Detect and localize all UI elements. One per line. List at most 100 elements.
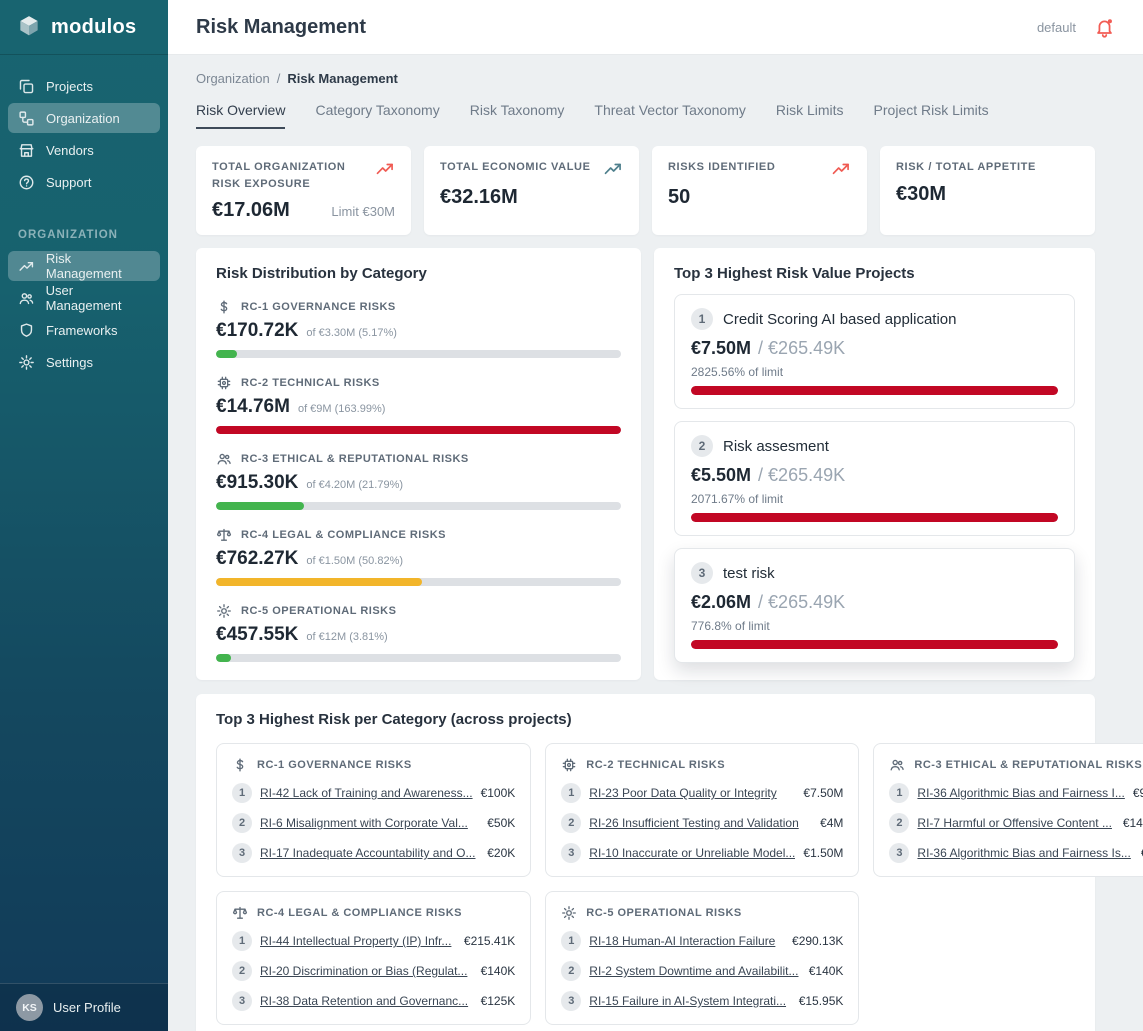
- modulos-cube-icon: [16, 14, 42, 40]
- risk-value: €7.50M: [803, 786, 843, 800]
- risk-link[interactable]: RI-36 Algorithmic Bias and Fairness Is..…: [917, 846, 1132, 860]
- sidebar-item-risk-management[interactable]: Risk Management: [8, 251, 160, 281]
- rank-badge: 3: [232, 991, 252, 1011]
- stat-card-total-risk-exposure: TOTAL ORGANIZATION RISK EXPOSURE €17.06M…: [196, 146, 411, 235]
- risk-value: €125K: [481, 994, 516, 1008]
- dollar-icon: [232, 757, 248, 773]
- tab-risk-limits[interactable]: Risk Limits: [776, 102, 844, 129]
- risk-item: 2 RI-6 Misalignment with Corporate Val..…: [232, 813, 515, 833]
- risk-link[interactable]: RI-23 Poor Data Quality or Integrity: [589, 786, 795, 800]
- rank-badge: 2: [232, 813, 252, 833]
- progress-bar: [691, 640, 1058, 649]
- bell-icon[interactable]: [1094, 17, 1115, 38]
- risk-distribution-panel: Risk Distribution by Category RC-1 GOVER…: [196, 248, 641, 680]
- breadcrumb-organization[interactable]: Organization: [196, 71, 270, 86]
- rank-badge: 3: [561, 991, 581, 1011]
- sidebar-item-settings[interactable]: Settings: [8, 347, 160, 377]
- risk-value: €100K: [481, 786, 516, 800]
- category-label: RC-3 ETHICAL & REPUTATIONAL RISKS: [914, 759, 1142, 771]
- tab-category-taxonomy[interactable]: Category Taxonomy: [315, 102, 439, 129]
- breadcrumb-current: Risk Management: [287, 71, 398, 86]
- category-label: RC-2 TECHNICAL RISKS: [241, 377, 380, 389]
- risk-link[interactable]: RI-36 Algorithmic Bias and Fairness I...: [917, 786, 1124, 800]
- tab-project-risk-limits[interactable]: Project Risk Limits: [874, 102, 989, 129]
- rank-badge: 1: [561, 931, 581, 951]
- stat-label: RISK / TOTAL APPETITE: [896, 159, 1036, 176]
- rank-badge: 2: [561, 813, 581, 833]
- risk-item: 1 RI-18 Human-AI Interaction Failure €29…: [561, 931, 843, 951]
- risk-link[interactable]: RI-20 Discrimination or Bias (Regulat...: [260, 964, 473, 978]
- trending-up-icon: [375, 159, 395, 179]
- brand-logo[interactable]: modulos: [0, 0, 168, 55]
- project-card-2[interactable]: 2 Risk assesment €5.50M / €265.49K 2071.…: [674, 421, 1075, 536]
- category-note: of €9M (163.99%): [298, 403, 385, 415]
- top-projects-panel: Top 3 Highest Risk Value Projects 1 Cred…: [654, 248, 1095, 680]
- topbar: Risk Management default: [168, 0, 1143, 55]
- project-risk-value: €7.50M: [691, 338, 751, 359]
- project-risk-value: €5.50M: [691, 465, 751, 486]
- dollar-icon: [216, 299, 232, 315]
- user-profile[interactable]: KS User Profile: [0, 983, 168, 1031]
- risk-link[interactable]: RI-7 Harmful or Offensive Content ...: [917, 816, 1114, 830]
- category-label: RC-2 TECHNICAL RISKS: [586, 759, 725, 771]
- risk-link[interactable]: RI-44 Intellectual Property (IP) Infr...: [260, 934, 456, 948]
- tab-threat-vector-taxonomy[interactable]: Threat Vector Taxonomy: [594, 102, 745, 129]
- environment-label[interactable]: default: [1037, 20, 1076, 35]
- project-limit-value: / €265.49K: [758, 592, 845, 613]
- risk-link[interactable]: RI-15 Failure in AI-System Integrati...: [589, 994, 790, 1008]
- risk-item: 1 RI-36 Algorithmic Bias and Fairness I.…: [889, 783, 1143, 803]
- rank-badge: 3: [889, 843, 909, 863]
- content: Organization / Risk Management Risk Over…: [168, 55, 1143, 1031]
- project-name: Risk assesment: [723, 438, 829, 455]
- project-limit-value: / €265.49K: [758, 338, 845, 359]
- risk-link[interactable]: RI-6 Misalignment with Corporate Val...: [260, 816, 479, 830]
- risk-value: €215.41K: [464, 934, 515, 948]
- sidebar-item-user-management[interactable]: User Management: [8, 283, 160, 313]
- sidebar-item-organization[interactable]: Organization: [8, 103, 160, 133]
- tab-risk-overview[interactable]: Risk Overview: [196, 102, 285, 129]
- sidebar-item-projects[interactable]: Projects: [8, 71, 160, 101]
- stat-card-risk-total-appetite: RISK / TOTAL APPETITE €30M: [880, 146, 1095, 235]
- category-value: €170.72K: [216, 320, 298, 342]
- risk-link[interactable]: RI-26 Insufficient Testing and Validatio…: [589, 816, 812, 830]
- risk-value: €4M: [820, 816, 843, 830]
- project-card-3[interactable]: 3 test risk €2.06M / €265.49K 776.8% of …: [674, 548, 1075, 663]
- tab-risk-taxonomy[interactable]: Risk Taxonomy: [470, 102, 565, 129]
- sidebar-item-label: User Management: [46, 283, 150, 313]
- risk-item: 3 RI-15 Failure in AI-System Integrati..…: [561, 991, 843, 1011]
- risk-value: €14.89K: [1123, 816, 1143, 830]
- category-note: of €12M (3.81%): [306, 631, 387, 643]
- stat-label: RISKS IDENTIFIED: [668, 159, 775, 179]
- risk-link[interactable]: RI-10 Inaccurate or Unreliable Model...: [589, 846, 795, 860]
- scales-icon: [216, 527, 232, 543]
- sidebar-section-label: ORGANIZATION: [18, 229, 150, 241]
- category-card-rc4: RC-4 LEGAL & COMPLIANCE RISKS 1 RI-44 In…: [216, 891, 531, 1025]
- shield-icon: [18, 322, 35, 339]
- workflow-icon: [18, 110, 35, 127]
- gear-icon: [216, 603, 232, 619]
- category-label: RC-3 ETHICAL & REPUTATIONAL RISKS: [241, 453, 469, 465]
- risk-item: 2 RI-20 Discrimination or Bias (Regulat.…: [232, 961, 515, 981]
- rank-badge: 1: [561, 783, 581, 803]
- risk-link[interactable]: RI-18 Human-AI Interaction Failure: [589, 934, 784, 948]
- risk-item: 3 RI-36 Algorithmic Bias and Fairness Is…: [889, 843, 1143, 863]
- sidebar-item-label: Settings: [46, 355, 93, 370]
- stat-label: TOTAL ECONOMIC VALUE: [440, 159, 591, 179]
- risk-link[interactable]: RI-2 System Downtime and Availabilit...: [589, 964, 800, 978]
- category-note: of €4.20M (21.79%): [306, 479, 403, 491]
- project-card-1[interactable]: 1 Credit Scoring AI based application €7…: [674, 294, 1075, 409]
- sidebar-item-frameworks[interactable]: Frameworks: [8, 315, 160, 345]
- sidebar-item-support[interactable]: Support: [8, 167, 160, 197]
- rank-badge: 2: [561, 961, 581, 981]
- project-pct-of-limit: 2071.67% of limit: [691, 492, 1058, 506]
- trending-up-icon: [18, 258, 35, 275]
- sidebar-item-vendors[interactable]: Vendors: [8, 135, 160, 165]
- risk-link[interactable]: RI-38 Data Retention and Governanc...: [260, 994, 473, 1008]
- chip-icon: [216, 375, 232, 391]
- category-label: RC-5 OPERATIONAL RISKS: [241, 605, 396, 617]
- risk-link[interactable]: RI-42 Lack of Training and Awareness...: [260, 786, 473, 800]
- gear-icon: [18, 354, 35, 371]
- page-title: Risk Management: [196, 16, 366, 39]
- risk-link[interactable]: RI-17 Inadequate Accountability and O...: [260, 846, 479, 860]
- stat-card-total-economic-value: TOTAL ECONOMIC VALUE €32.16M: [424, 146, 639, 235]
